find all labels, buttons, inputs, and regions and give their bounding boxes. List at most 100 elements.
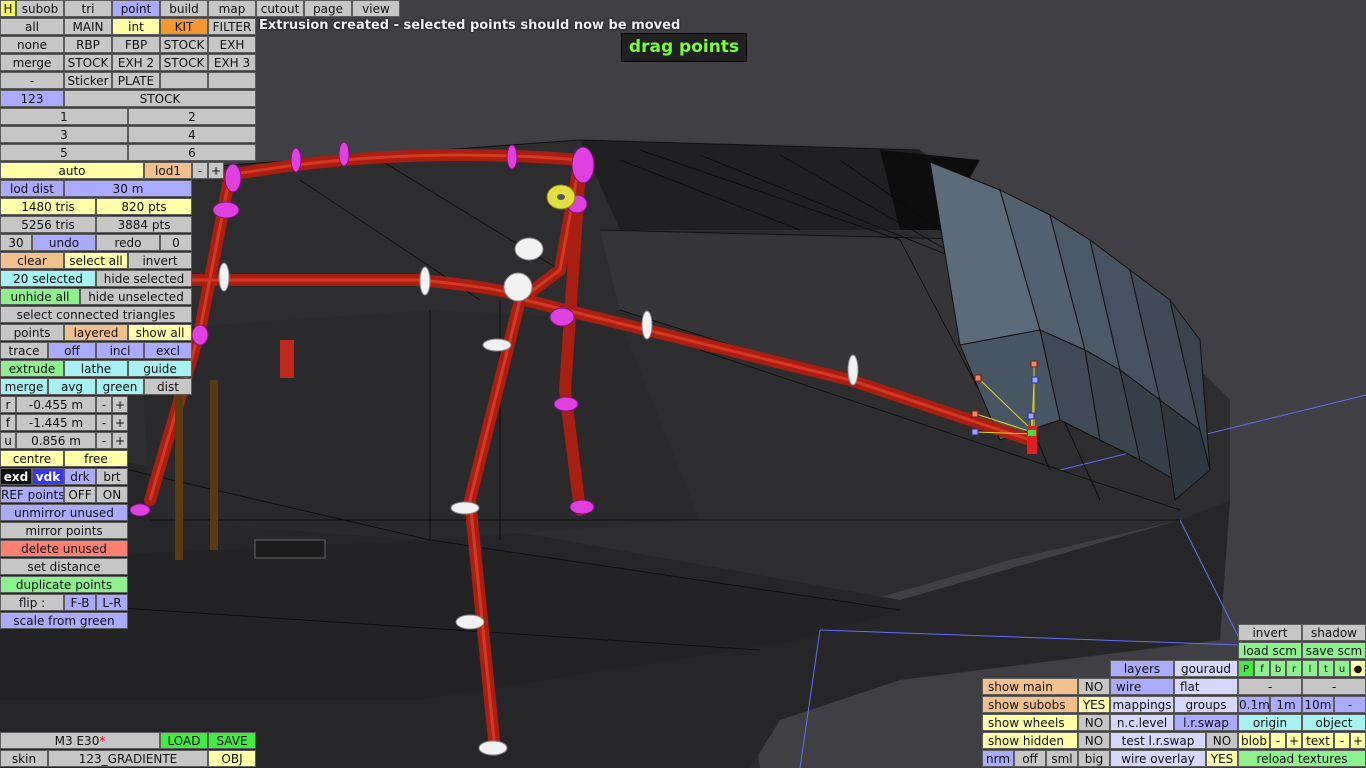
save-button[interactable]: SAVE [208, 732, 256, 749]
load-button[interactable]: LOAD [160, 732, 208, 749]
exd-toggle[interactable]: exd [0, 468, 32, 485]
group-plate[interactable]: PLATE [112, 72, 160, 89]
show-hidden-label[interactable]: show hidden [982, 732, 1078, 749]
coord-f-plus[interactable]: + [112, 414, 128, 431]
free-button[interactable]: free [64, 450, 128, 467]
load-scm-button[interactable]: load scm [1238, 642, 1302, 659]
menu-page[interactable]: page [304, 0, 352, 17]
gouraud-button[interactable]: gouraud [1174, 660, 1238, 677]
flag-dot-icon[interactable]: ● [1350, 660, 1366, 677]
grid-1m[interactable]: 1m [1270, 696, 1302, 713]
text-plus[interactable]: + [1350, 732, 1366, 749]
invert-view-button[interactable]: invert [1238, 624, 1302, 641]
coord-r-value[interactable]: -0.455 m [16, 396, 96, 413]
wire-overlay-value[interactable]: YES [1206, 750, 1238, 767]
flag-l[interactable]: l [1302, 660, 1318, 677]
group-stock[interactable]: STOCK [160, 36, 208, 53]
coord-f-value[interactable]: -1.445 m [16, 414, 96, 431]
merge-dist-button[interactable]: dist [144, 378, 192, 395]
obj-button[interactable]: OBJ [208, 750, 256, 767]
coord-r-minus[interactable]: - [96, 396, 112, 413]
merge-avg-button[interactable]: avg [48, 378, 96, 395]
test-lr-swap-value[interactable]: NO [1206, 732, 1238, 749]
object-button[interactable]: object [1302, 714, 1366, 731]
coord-f-minus[interactable]: - [96, 414, 112, 431]
trace-excl[interactable]: excl [144, 342, 192, 359]
group-exh[interactable]: EXH [208, 36, 256, 53]
dash-button[interactable]: - [0, 72, 64, 89]
grid-dash[interactable]: - [1334, 696, 1366, 713]
select-all-groups[interactable]: all [0, 18, 64, 35]
duplicate-points-button[interactable]: duplicate points [0, 576, 128, 593]
blob-plus[interactable]: + [1286, 732, 1302, 749]
redo-button[interactable]: redo [96, 234, 160, 251]
ref-points-label[interactable]: REF points [0, 486, 64, 503]
group-exh2[interactable]: EXH 2 [112, 54, 160, 71]
select-all-button[interactable]: select all [64, 252, 128, 269]
trace-off[interactable]: off [48, 342, 96, 359]
group-empty-1[interactable] [160, 72, 208, 89]
origin-button[interactable]: origin [1238, 714, 1302, 731]
mirror-points-button[interactable]: mirror points [0, 522, 128, 539]
menu-view[interactable]: view [352, 0, 400, 17]
group-stock-3[interactable]: STOCK [160, 54, 208, 71]
trace-label[interactable]: trace [0, 342, 48, 359]
wire-button[interactable]: wire [1110, 678, 1174, 695]
test-lr-swap-label[interactable]: test l.r.swap [1110, 732, 1206, 749]
grid-10m[interactable]: 10m [1302, 696, 1334, 713]
layered-mode[interactable]: layered [64, 324, 128, 341]
lod1-button[interactable]: lod1 [144, 162, 192, 179]
select-connected-triangles-button[interactable]: select connected triangles [0, 306, 192, 323]
lod-number[interactable]: 123 [0, 90, 64, 107]
lod-dist-label[interactable]: lod dist [0, 180, 64, 197]
blob-minus[interactable]: - [1270, 732, 1286, 749]
unhide-all-button[interactable]: unhide all [0, 288, 80, 305]
menu-cutout[interactable]: cutout [256, 0, 304, 17]
delete-unused-button[interactable]: delete unused [0, 540, 128, 557]
invert-selection-button[interactable]: invert [128, 252, 192, 269]
reload-textures-button[interactable]: reload textures [1238, 750, 1366, 767]
coord-r-plus[interactable]: + [112, 396, 128, 413]
selected-count[interactable]: 20 selected [0, 270, 96, 287]
show-all-mode[interactable]: show all [128, 324, 192, 341]
group-sticker[interactable]: Sticker [64, 72, 112, 89]
select-none-groups[interactable]: none [0, 36, 64, 53]
flag-b[interactable]: b [1270, 660, 1286, 677]
slot-6[interactable]: 6 [128, 144, 256, 161]
skin-name[interactable]: 123_GRADIENTE [48, 750, 208, 767]
lod-name[interactable]: STOCK [64, 90, 256, 107]
show-wheels-label[interactable]: show wheels [982, 714, 1078, 731]
centre-button[interactable]: centre [0, 450, 64, 467]
wire-overlay-label[interactable]: wire overlay [1110, 750, 1206, 767]
layers-button[interactable]: layers [1110, 660, 1174, 677]
show-main-label[interactable]: show main [982, 678, 1078, 695]
undo-button[interactable]: undo [32, 234, 96, 251]
menu-point[interactable]: point [112, 0, 160, 17]
drk-toggle[interactable]: drk [64, 468, 96, 485]
group-main[interactable]: MAIN [64, 18, 112, 35]
trace-incl[interactable]: incl [96, 342, 144, 359]
size-sml[interactable]: sml [1046, 750, 1078, 767]
slot-1[interactable]: 1 [0, 108, 128, 125]
points-mode[interactable]: points [0, 324, 64, 341]
group-rbp[interactable]: RBP [64, 36, 112, 53]
text-minus[interactable]: - [1334, 732, 1350, 749]
slot-5[interactable]: 5 [0, 144, 128, 161]
slot-4[interactable]: 4 [128, 126, 256, 143]
menu-subob[interactable]: subob [16, 0, 64, 17]
nc-level-button[interactable]: n.c.level [1110, 714, 1174, 731]
hide-selected-button[interactable]: hide selected [96, 270, 192, 287]
groups-button[interactable]: groups [1174, 696, 1238, 713]
merge-points-button[interactable]: merge [0, 378, 48, 395]
show-wheels-value[interactable]: NO [1078, 714, 1110, 731]
group-fbp[interactable]: FBP [112, 36, 160, 53]
show-main-value[interactable]: NO [1078, 678, 1110, 695]
set-distance-button[interactable]: set distance [0, 558, 128, 575]
lod-dist-value[interactable]: 30 m [64, 180, 192, 197]
merge-groups[interactable]: merge [0, 54, 64, 71]
lathe-button[interactable]: lathe [64, 360, 128, 377]
flat-button[interactable]: flat [1174, 678, 1238, 695]
group-stock-2[interactable]: STOCK [64, 54, 112, 71]
coord-u-plus[interactable]: + [112, 432, 128, 449]
slot-2[interactable]: 2 [128, 108, 256, 125]
